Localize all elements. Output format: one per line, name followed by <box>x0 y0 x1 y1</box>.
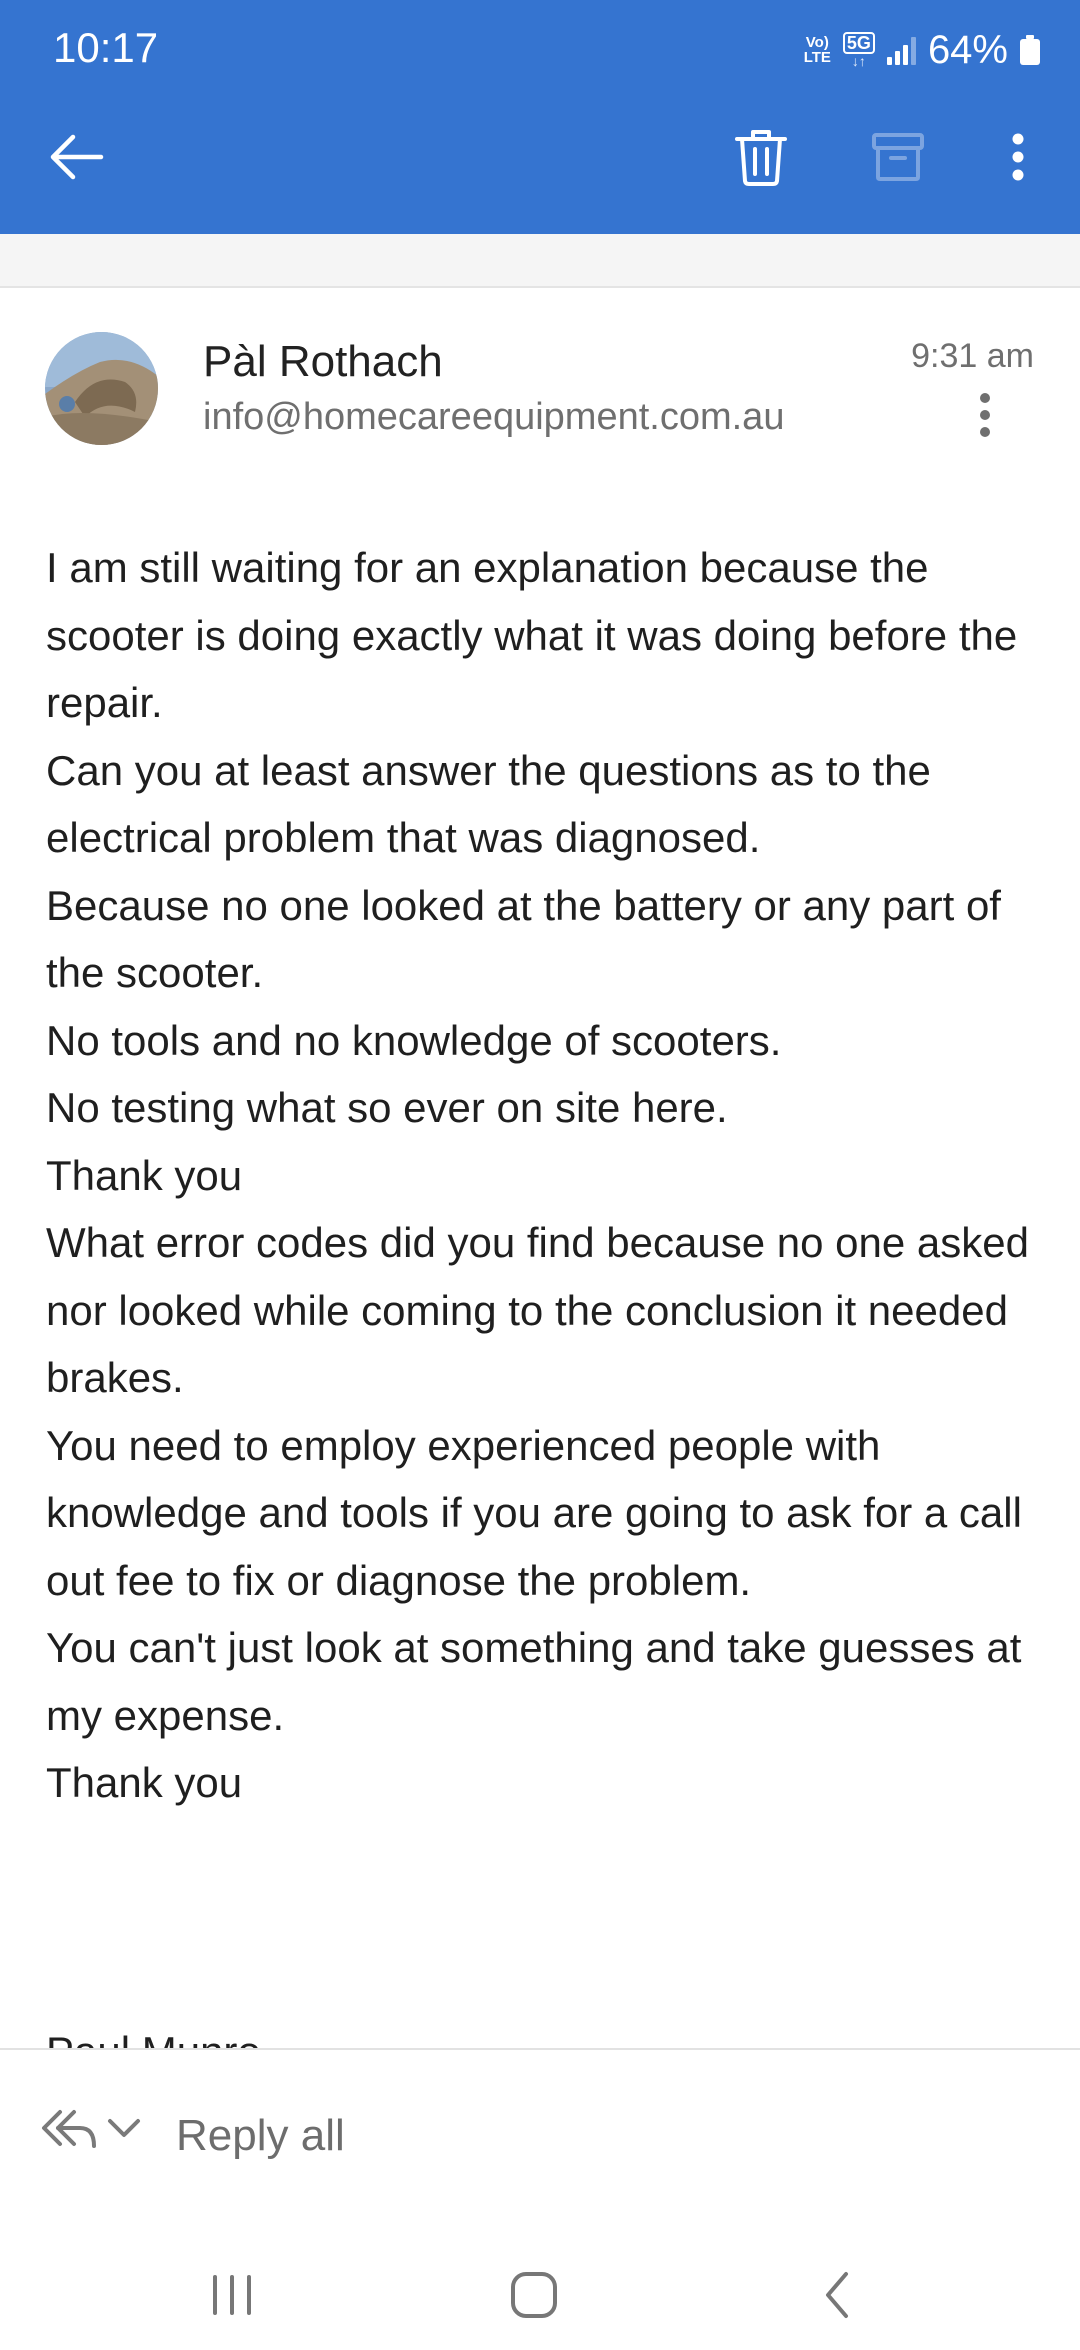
trash-icon <box>735 130 787 186</box>
home-button[interactable] <box>479 2240 589 2350</box>
body-line: What error codes did you find because no… <box>46 1219 1029 1401</box>
more-options-button[interactable] <box>973 112 1063 202</box>
reply-all-icon <box>42 2110 96 2148</box>
body-line: Can you at least answer the questions as… <box>46 746 931 862</box>
body-line: I am still waiting for an explanation be… <box>46 544 1018 726</box>
reply-all-button[interactable]: Reply all <box>176 2106 345 2166</box>
volte-indicator: Vo) LTE <box>803 34 831 66</box>
body-line: You need to employ experienced people wi… <box>46 1421 1022 1604</box>
nav-back-icon <box>826 2272 848 2318</box>
sender-avatar[interactable] <box>45 332 158 445</box>
signature-partial: Paul Munro <box>46 2022 261 2048</box>
system-back-button[interactable] <box>782 2240 892 2350</box>
system-nav-bar <box>0 2220 1080 2340</box>
app-bar: 10:17 Vo) LTE 5G ↓↑ 64% <box>0 0 1080 234</box>
sender-email[interactable]: info@homecareequipment.com.au <box>203 396 784 439</box>
reply-mode-selector[interactable] <box>40 2106 144 2150</box>
avatar-image-icon <box>45 332 158 445</box>
message-body: I am still waiting for an explanation be… <box>46 534 1046 1817</box>
more-vertical-icon <box>1012 133 1024 181</box>
signal-icon <box>886 35 916 65</box>
delete-button[interactable] <box>716 112 806 202</box>
back-button[interactable] <box>32 112 122 202</box>
subject-strip <box>0 234 1080 288</box>
status-time: 10:17 <box>53 24 159 71</box>
arrow-left-icon <box>50 134 104 180</box>
body-line: You can't just look at something and tak… <box>46 1624 1022 1739</box>
status-icons: Vo) LTE 5G ↓↑ 64% <box>804 22 1040 78</box>
body-line: Because no one looked at the battery or … <box>46 881 1001 997</box>
body-line: No tools and no knowledge of scooters. <box>46 1016 782 1064</box>
home-icon <box>511 2272 557 2318</box>
message-more-button[interactable] <box>960 385 1010 445</box>
body-line: Thank you <box>46 1151 243 1199</box>
body-line: Thank you <box>46 1759 243 1806</box>
more-vertical-icon <box>980 393 990 437</box>
network-indicator: 5G ↓↑ <box>842 32 875 69</box>
archive-icon <box>872 133 924 181</box>
body-line: No testing what so ever on site here. <box>46 1084 728 1131</box>
message-time: 9:31 am <box>911 337 1034 375</box>
battery-percent: 64% <box>927 27 1008 72</box>
sender-name[interactable]: Pàl Rothach <box>203 337 443 387</box>
recents-button[interactable] <box>177 2240 287 2350</box>
battery-icon <box>1020 35 1040 65</box>
data-arrows-icon: ↓↑ <box>851 53 866 69</box>
archive-button[interactable] <box>853 112 943 202</box>
recents-icon <box>213 2275 251 2315</box>
chevron-down-icon <box>108 2119 140 2137</box>
